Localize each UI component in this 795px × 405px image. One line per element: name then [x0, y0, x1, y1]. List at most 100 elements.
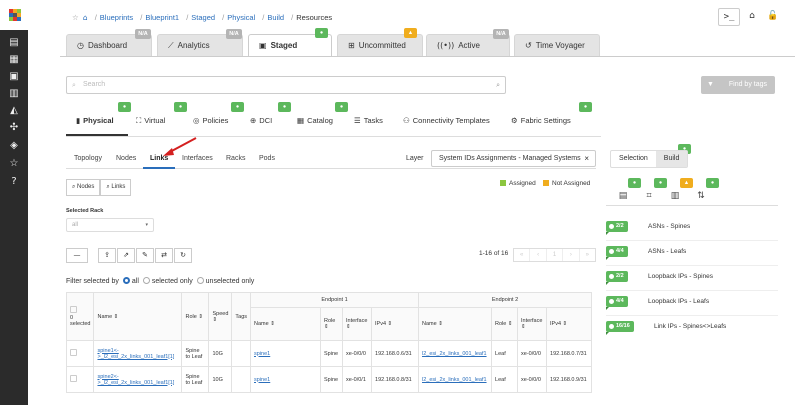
ep2-name[interactable]: l2_esi_2x_links_001_leaf1: [418, 366, 493, 393]
tab-connectivity-templates[interactable]: ⚇ Connectivity Templates: [403, 116, 490, 125]
filter-unselected-radio[interactable]: [196, 277, 204, 284]
devices-tab-icon[interactable]: ▥: [669, 190, 681, 202]
tab-fabric-settings[interactable]: ⚙ Fabric Settings: [511, 116, 571, 125]
ep1-name[interactable]: spine1: [250, 366, 322, 393]
resource-row[interactable]: 16/16 Link IPs - Spines<>Leafs: [606, 318, 778, 336]
tab-uncommitted[interactable]: ⊞ Uncommitted ▲: [337, 28, 423, 56]
find-by-tags-button[interactable]: ▼ Find by tags: [701, 76, 775, 94]
ep1-interface: xe-0/0/0: [342, 340, 373, 367]
link-name[interactable]: spine1<->_l2_esi_2x_links_001_leaf1[1]: [93, 340, 183, 367]
nodes-button[interactable]: ⌕ Nodes: [66, 179, 101, 196]
tab-physical[interactable]: ▮ Physical: [76, 116, 114, 125]
tab-dashboard[interactable]: ◷ Dashboard N/A: [66, 29, 152, 56]
fabric-settings-icon: ⚙: [511, 116, 518, 125]
terminal-button[interactable]: >_: [718, 8, 740, 26]
clear-icon[interactable]: ×: [584, 151, 589, 166]
tab-virtual[interactable]: ⛶ Virtual: [136, 116, 165, 126]
star-icon[interactable]: ☆: [72, 13, 79, 22]
crumb-build[interactable]: Build: [267, 13, 284, 22]
resource-row[interactable]: 2/2 ASNs - Spines: [606, 218, 778, 241]
tab-racks[interactable]: Racks: [226, 155, 245, 162]
tab-topology[interactable]: Topology: [74, 155, 102, 162]
link-tags: [231, 366, 252, 393]
tab-policies[interactable]: ◎ Policies: [193, 116, 228, 125]
tab-build[interactable]: Build: [655, 151, 688, 167]
row-checkbox[interactable]: [70, 349, 77, 356]
edit-icon[interactable]: ✎: [136, 248, 154, 263]
design-icon[interactable]: ▣: [8, 71, 20, 83]
export-icon[interactable]: ⇗: [117, 248, 135, 263]
ep2-interface-header[interactable]: Interface ⇕: [517, 307, 548, 341]
analytics-rail-icon[interactable]: ◭: [8, 105, 20, 117]
resource-row[interactable]: 4/4 Loopback IPs - Leafs: [606, 293, 778, 316]
upload-icon[interactable]: ⇪: [98, 248, 116, 263]
tab-time-voyager[interactable]: ↺ Time Voyager: [514, 34, 600, 56]
home-icon[interactable]: ⌂: [83, 13, 88, 22]
sort-icon[interactable]: ⇅: [695, 190, 707, 202]
platform-icon[interactable]: ◈: [8, 140, 20, 152]
ep2-name-header[interactable]: Name ⇕: [418, 307, 493, 341]
layer-select[interactable]: System IDs Assignments - Managed Systems…: [431, 150, 596, 167]
resource-row[interactable]: 4/4 ASNs - Leafs: [606, 243, 778, 266]
select-all-checkbox[interactable]: [70, 306, 77, 313]
uncommitted-icon: ⊞: [348, 41, 355, 50]
tab-dci[interactable]: ⊕ DCI: [250, 116, 272, 125]
ep1-interface-header[interactable]: Interface ⇕: [342, 307, 373, 341]
ep2-name[interactable]: l2_esi_2x_links_001_leaf1: [418, 340, 493, 367]
tab-selection[interactable]: Selection: [611, 151, 656, 167]
page-1-button[interactable]: 1: [547, 249, 564, 261]
resources-tab-icon[interactable]: ▤: [617, 190, 629, 202]
tab-pods[interactable]: Pods: [259, 155, 275, 162]
devices-icon[interactable]: ▦: [8, 54, 20, 66]
tab-active[interactable]: ((•)) Active N/A: [426, 29, 510, 56]
collapse-button[interactable]: —: [66, 248, 88, 263]
crumb-blueprint1[interactable]: Blueprint1: [145, 13, 179, 22]
speed-header[interactable]: Speed ⇕: [208, 292, 233, 341]
blueprints-icon[interactable]: ▤: [8, 37, 20, 49]
crumb-staged[interactable]: Staged: [191, 13, 215, 22]
next-page-button[interactable]: ›: [563, 249, 580, 261]
help-icon[interactable]: ?: [8, 176, 20, 188]
last-page-button[interactable]: »: [580, 249, 595, 261]
tab-staged[interactable]: ▣ Staged ●: [248, 28, 332, 56]
row-checkbox[interactable]: [70, 375, 77, 382]
ep1-role-header[interactable]: Role ⇕: [320, 307, 344, 341]
lock-icon[interactable]: 🔓: [764, 8, 782, 26]
prev-page-button[interactable]: ‹: [530, 249, 547, 261]
ep2-role: Leaf: [491, 340, 519, 367]
home-button[interactable]: ⌂: [744, 8, 760, 26]
favorites-icon[interactable]: ☆: [8, 158, 20, 170]
search-input[interactable]: ⌕ Search ⌕: [66, 76, 506, 94]
swap-icon[interactable]: ⇄: [155, 248, 173, 263]
link-speed: 10G: [208, 340, 233, 367]
external-systems-icon[interactable]: ✣: [8, 122, 20, 134]
first-page-button[interactable]: «: [514, 249, 531, 261]
tab-analytics[interactable]: ⟋ Analytics N/A: [157, 29, 243, 56]
role-header[interactable]: Role ⇕: [181, 292, 210, 341]
link-name[interactable]: spine2<->_l2_esi_2x_links_001_leaf1[1]: [93, 366, 183, 393]
ep2-ipv4-header[interactable]: IPv4 ⇕: [546, 307, 593, 341]
rack-select[interactable]: all ▾: [66, 218, 154, 232]
select-all-header[interactable]: 0 selected: [65, 292, 95, 341]
crumb-physical[interactable]: Physical: [227, 13, 255, 22]
pools-tab-icon[interactable]: ⌗: [643, 190, 655, 202]
table-row[interactable]: spine2<->_l2_esi_2x_links_001_leaf1[1] S…: [65, 366, 593, 393]
resources-icon[interactable]: ▥: [8, 88, 20, 100]
table-row[interactable]: spine1<->_l2_esi_2x_links_001_leaf1[1] S…: [65, 340, 593, 367]
ep1-ipv4-header[interactable]: IPv4 ⇕: [371, 307, 420, 341]
tab-catalog[interactable]: ▦ Catalog: [297, 116, 333, 125]
links-button[interactable]: ⌕ Links: [100, 179, 132, 196]
link-tags: [231, 340, 252, 367]
name-header[interactable]: Name ⇕: [93, 292, 183, 341]
resource-row[interactable]: 2/2 Loopback IPs - Spines: [606, 268, 778, 291]
ep1-name[interactable]: spine1: [250, 340, 322, 367]
ep1-name-header[interactable]: Name ⇕: [250, 307, 322, 341]
search-icon[interactable]: ⌕: [496, 77, 500, 93]
refresh-icon[interactable]: ↻: [174, 248, 192, 263]
tab-tasks[interactable]: ☰ Tasks: [354, 116, 383, 125]
tab-nodes[interactable]: Nodes: [116, 155, 136, 162]
ep2-role-header[interactable]: Role ⇕: [491, 307, 519, 341]
filter-selected-radio[interactable]: [142, 277, 150, 284]
filter-all-radio[interactable]: [122, 277, 130, 284]
crumb-blueprints[interactable]: Blueprints: [100, 13, 133, 22]
